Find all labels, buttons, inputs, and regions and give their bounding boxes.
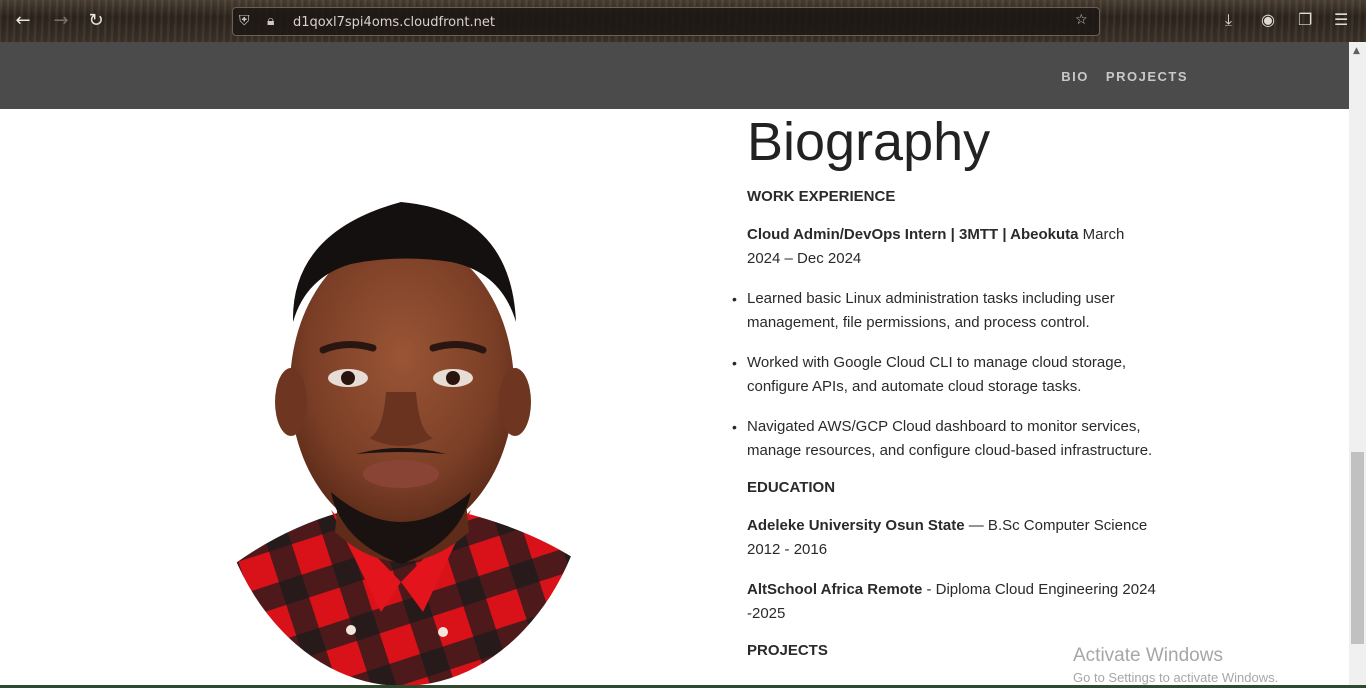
school-name: AltSchool Africa Remote bbox=[747, 581, 923, 598]
forward-arrow-icon[interactable]: → bbox=[50, 10, 72, 32]
back-arrow-icon[interactable]: ← bbox=[12, 10, 34, 32]
browser-toolbar: ← → ↻ ⛨ 🔒︎ d1qoxl7spi4oms.cloudfront.net… bbox=[0, 0, 1366, 42]
scroll-thumb[interactable] bbox=[1351, 452, 1364, 644]
nav-link-projects[interactable]: PROJECTS bbox=[1106, 69, 1188, 84]
education-entry: Adeleke University Osun State — B.Sc Com… bbox=[747, 514, 1157, 562]
education-heading: EDUCATION bbox=[747, 479, 836, 496]
list-item: Navigated AWS/GCP Cloud dashboard to mon… bbox=[732, 415, 1157, 463]
job-title: Cloud Admin/DevOps Intern | 3MTT | Abeok… bbox=[747, 226, 1079, 243]
watermark-subtitle: Go to Settings to activate Windows. bbox=[1073, 670, 1279, 685]
account-icon[interactable]: ◉ bbox=[1261, 10, 1275, 29]
menu-icon[interactable]: ☰ bbox=[1334, 10, 1348, 29]
page-title: Biography bbox=[747, 112, 991, 172]
url-text[interactable]: d1qoxl7spi4oms.cloudfront.net bbox=[293, 15, 495, 30]
activate-windows-watermark: Activate Windows Go to Settings to activ… bbox=[1073, 645, 1278, 685]
reload-icon[interactable]: ↻ bbox=[85, 10, 107, 32]
page-scrollbar[interactable]: ▲ bbox=[1349, 42, 1366, 688]
watermark-title: Activate Windows bbox=[1073, 645, 1223, 666]
shield-icon[interactable]: ⛨ bbox=[239, 13, 250, 29]
school-name: Adeleke University Osun State bbox=[747, 517, 965, 534]
profile-photo bbox=[211, 192, 594, 686]
list-item: Learned basic Linux administration tasks… bbox=[732, 287, 1157, 335]
extensions-icon[interactable]: ❐ bbox=[1298, 10, 1312, 29]
nav-link-bio[interactable]: BIO bbox=[1061, 69, 1089, 84]
job-bullets: Learned basic Linux administration tasks… bbox=[732, 287, 1157, 463]
list-item: Worked with Google Cloud CLI to manage c… bbox=[732, 351, 1157, 399]
address-bar[interactable]: ⛨ 🔒︎ d1qoxl7spi4oms.cloudfront.net ☆ bbox=[232, 7, 1100, 36]
job-entry: Cloud Admin/DevOps Intern | 3MTT | Abeok… bbox=[747, 223, 1157, 271]
work-experience-heading: WORK EXPERIENCE bbox=[747, 188, 896, 205]
scroll-up-icon[interactable]: ▲ bbox=[1353, 46, 1360, 56]
education-entry: AltSchool Africa Remote - Diploma Cloud … bbox=[747, 578, 1157, 626]
lock-icon[interactable]: 🔒︎ bbox=[267, 13, 274, 29]
portrait-illustration bbox=[211, 192, 594, 686]
biography-section: Biography WORK EXPERIENCE Cloud Admin/De… bbox=[732, 112, 1157, 677]
bookmark-star-icon[interactable]: ☆ bbox=[1075, 12, 1088, 28]
downloads-icon[interactable]: ⤓ bbox=[1225, 10, 1232, 30]
site-navbar: BIO PROJECTS bbox=[0, 42, 1349, 109]
nav-menu: BIO PROJECTS bbox=[1061, 69, 1188, 84]
